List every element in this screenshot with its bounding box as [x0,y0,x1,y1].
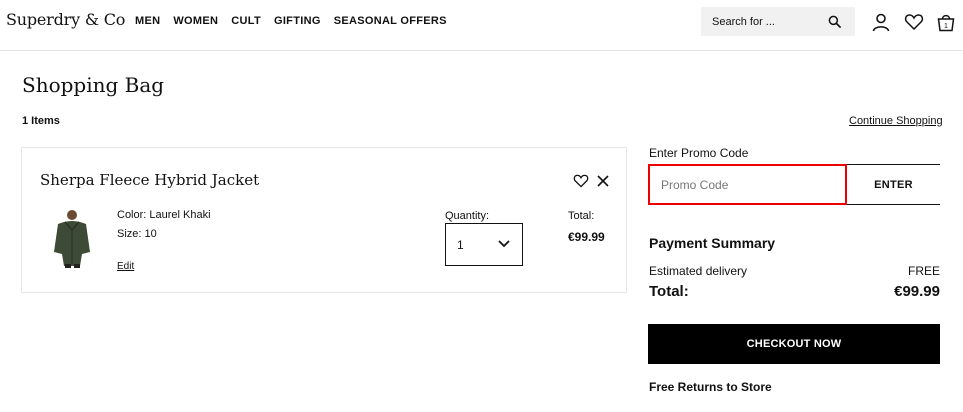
promo-code-input[interactable] [661,178,831,192]
total-label: Total: [649,283,689,300]
delivery-value: FREE [907,264,940,278]
total-row: Total: €99.99 [649,283,940,300]
product-size: Size: 10 [117,228,157,240]
brand-logo[interactable]: Superdry & Co [6,10,125,29]
total-value: €99.99 [894,283,940,300]
nav-item-cult[interactable]: CULT [231,15,261,27]
bag-count: 1 [944,23,948,30]
item-total-value: €99.99 [568,230,605,244]
edit-item-link[interactable]: Edit [117,261,134,272]
main-nav: MEN WOMEN CULT GIFTING SEASONAL OFFERS [135,15,460,27]
continue-shopping-link[interactable]: Continue Shopping [849,115,943,127]
product-color: Color: Laurel Khaki [117,209,211,221]
promo-label: Enter Promo Code [649,146,749,160]
wishlist-icon[interactable] [904,12,924,32]
nav-item-gifting[interactable]: GIFTING [274,15,321,27]
payment-summary-title: Payment Summary [649,235,776,251]
account-icon[interactable] [871,12,891,32]
bag-item-card: Sherpa Fleece Hybrid Jacket Color: Laure… [21,147,627,293]
quantity-select[interactable]: 1 [445,223,523,266]
promo-enter-button[interactable]: ENTER [847,165,940,204]
checkout-button[interactable]: CHECKOUT NOW [648,324,940,364]
quantity-label: Quantity: [445,210,490,222]
free-returns-text: Free Returns to Store [649,380,772,394]
item-total-label: Total: [568,210,595,222]
search-input[interactable] [712,15,824,28]
promo-code-form: ENTER [648,164,940,205]
search-box [701,7,855,36]
nav-item-men[interactable]: MEN [135,15,160,27]
search-icon[interactable] [828,15,841,28]
product-image[interactable] [48,208,96,268]
wishlist-icon[interactable] [573,173,589,189]
bag-icon[interactable]: 1 [936,12,956,32]
chevron-down-icon [498,240,510,248]
nav-item-women[interactable]: WOMEN [173,15,218,27]
product-name[interactable]: Sherpa Fleece Hybrid Jacket [40,171,259,189]
promo-input-highlight [648,164,847,205]
site-header: Superdry & Co MEN WOMEN CULT GIFTING SEA… [0,0,963,51]
page-title: Shopping Bag [22,73,165,97]
delivery-label: Estimated delivery [649,264,748,278]
quantity-value: 1 [457,237,464,252]
nav-item-seasonal-offers[interactable]: SEASONAL OFFERS [334,15,447,27]
delivery-row: Estimated delivery FREE [649,264,940,278]
items-count: 1 Items [22,115,60,127]
remove-item-icon[interactable] [596,174,610,188]
